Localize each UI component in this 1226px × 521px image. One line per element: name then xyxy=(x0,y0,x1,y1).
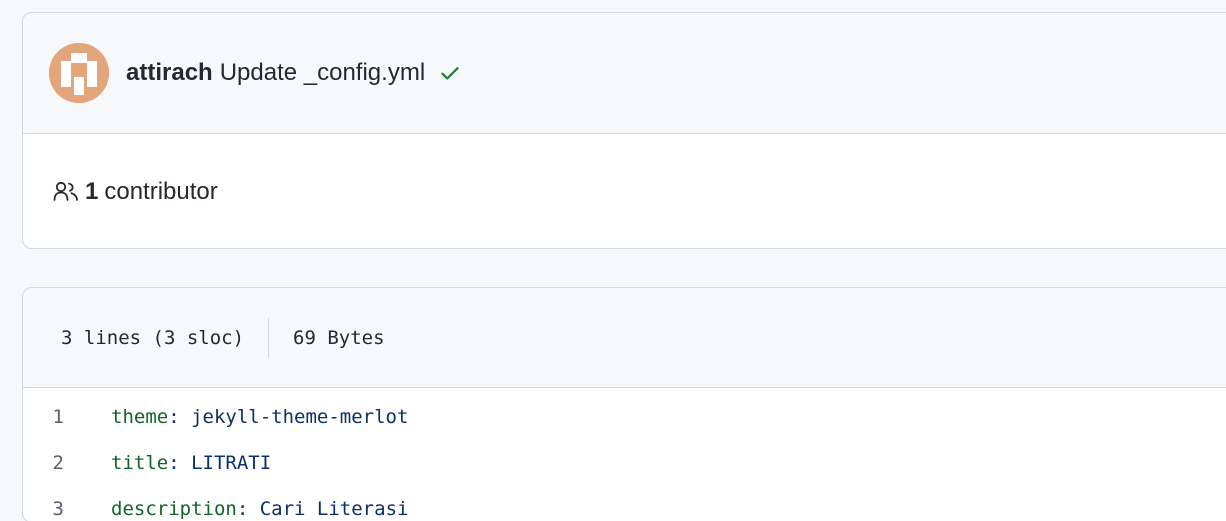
commit-message-link[interactable]: Update _config.yml xyxy=(220,59,425,87)
yaml-value: jekyll-theme-merlot xyxy=(191,406,409,428)
people-icon xyxy=(53,181,79,203)
latest-commit-box: attirach Update _config.yml 1 contributo… xyxy=(22,12,1226,249)
file-lines-info: 3 lines (3 sloc) xyxy=(61,326,245,349)
avatar-identicon xyxy=(49,43,109,103)
page: attirach Update _config.yml 1 contributo… xyxy=(0,0,1226,521)
code-line-text: theme: jekyll-theme-merlot xyxy=(111,406,409,428)
yaml-key: theme xyxy=(111,406,169,428)
check-icon[interactable] xyxy=(439,62,461,84)
contributors-row: 1 contributor xyxy=(23,134,1226,248)
file-info-divider xyxy=(268,317,270,358)
contributor-count[interactable]: 1 xyxy=(85,178,98,206)
yaml-key: description xyxy=(111,498,237,520)
line-number[interactable]: 2 xyxy=(23,452,111,474)
yaml-key: title xyxy=(111,452,169,474)
code-line-text: title: LITRATI xyxy=(111,452,272,474)
avatar[interactable] xyxy=(49,43,109,103)
commit-header: attirach Update _config.yml xyxy=(23,13,1226,134)
line-number[interactable]: 1 xyxy=(23,406,111,428)
code-view: 1 theme: jekyll-theme-merlot 2 title: LI… xyxy=(23,388,1226,521)
commit-author-link[interactable]: attirach xyxy=(126,59,213,87)
code-line-text: description: Cari Literasi xyxy=(111,498,409,520)
file-size: 69 Bytes xyxy=(293,326,385,349)
file-info-header: 3 lines (3 sloc) 69 Bytes xyxy=(23,288,1226,388)
code-line: 2 title: LITRATI xyxy=(23,440,1226,486)
contributor-label[interactable]: contributor xyxy=(104,178,217,206)
code-line: 3 description: Cari Literasi xyxy=(23,486,1226,521)
yaml-value: Cari Literasi xyxy=(259,498,409,520)
yaml-value: LITRATI xyxy=(191,452,272,474)
file-box: 3 lines (3 sloc) 69 Bytes 1 theme: jekyl… xyxy=(22,287,1226,521)
line-number[interactable]: 3 xyxy=(23,498,111,520)
code-line: 1 theme: jekyll-theme-merlot xyxy=(23,394,1226,440)
